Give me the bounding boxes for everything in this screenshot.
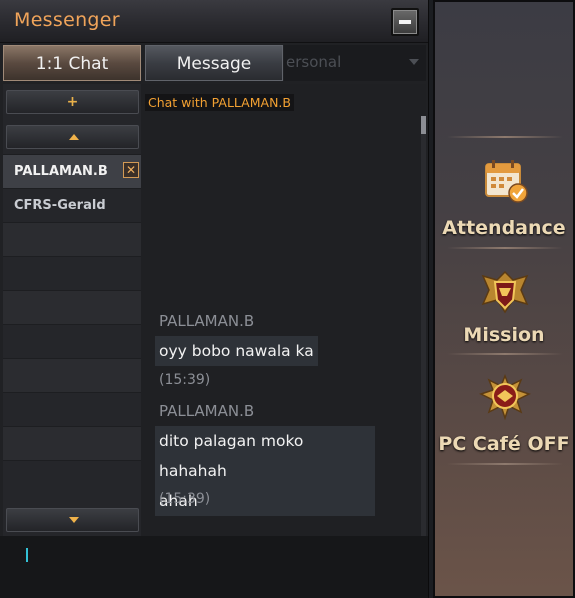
- attendance-button[interactable]: Attendance: [435, 217, 573, 239]
- pc-cafe-button[interactable]: PC Café OFF: [435, 433, 573, 455]
- mission-emblem-icon[interactable]: [477, 266, 533, 318]
- chat-input[interactable]: [0, 536, 428, 598]
- list-item: [3, 426, 141, 460]
- message-time: (15:39): [159, 491, 211, 507]
- message-line: dito palagan moko hahahah: [159, 432, 304, 480]
- scroll-up-button[interactable]: [6, 125, 139, 149]
- contact-list: + PALLAMAN.B ✕ CFRS-Gerald: [3, 84, 141, 536]
- scroll-thumb[interactable]: [421, 116, 426, 134]
- title-bar[interactable]: Messenger: [0, 0, 428, 43]
- window-title: Messenger: [14, 9, 120, 31]
- background-hint-text: ersonal: [286, 53, 342, 71]
- calendar-check-icon[interactable]: [477, 156, 533, 208]
- background-dropdown-hint: ersonal: [284, 45, 426, 81]
- message-sender: PALLAMAN.B: [159, 402, 255, 420]
- minimize-button[interactable]: [391, 8, 419, 36]
- pc-cafe-emblem-icon[interactable]: [477, 372, 533, 424]
- contact-name: PALLAMAN.B: [14, 164, 108, 179]
- list-item: [3, 460, 141, 494]
- chat-area: Chat with PALLAMAN.B PALLAMAN.B oyy bobo…: [141, 84, 426, 536]
- side-panel: Attendance Mission PC Café OFF: [433, 0, 575, 598]
- scroll-down-button[interactable]: [6, 508, 139, 532]
- triangle-down-icon: [69, 517, 79, 523]
- mission-button[interactable]: Mission: [435, 324, 573, 346]
- plus-icon: +: [66, 94, 79, 110]
- messenger-window: Messenger 1:1 Chat Message ersonal + PAL…: [0, 0, 429, 598]
- minus-icon: [399, 20, 411, 24]
- contact-item-pallaman-b[interactable]: PALLAMAN.B ✕: [3, 154, 141, 188]
- message-time: (15:39): [159, 372, 211, 388]
- list-item: [3, 256, 141, 290]
- list-item: [3, 222, 141, 256]
- close-chat-button[interactable]: ✕: [123, 162, 139, 178]
- list-item: [3, 290, 141, 324]
- tab-1-1-chat[interactable]: 1:1 Chat: [3, 45, 141, 81]
- chevron-down-icon: [409, 59, 419, 65]
- triangle-up-icon: [69, 134, 79, 140]
- message-sender: PALLAMAN.B: [159, 312, 255, 330]
- list-item: [3, 392, 141, 426]
- list-item: [3, 358, 141, 392]
- contact-name: CFRS-Gerald: [14, 198, 106, 213]
- chat-header: Chat with PALLAMAN.B: [145, 94, 294, 111]
- list-item: [3, 324, 141, 358]
- contact-item-cfrs-gerald[interactable]: CFRS-Gerald: [3, 188, 141, 222]
- chat-scrollbar[interactable]: [421, 116, 426, 536]
- tab-message[interactable]: Message: [145, 45, 283, 81]
- message-line: oyy bobo nawala ka: [159, 342, 314, 360]
- divider: [447, 247, 563, 249]
- divider: [447, 463, 563, 465]
- add-contact-button[interactable]: +: [6, 90, 139, 114]
- divider: [447, 353, 563, 355]
- divider: [447, 136, 563, 138]
- text-caret: [26, 548, 28, 562]
- message-bubble: oyy bobo nawala ka: [155, 336, 318, 366]
